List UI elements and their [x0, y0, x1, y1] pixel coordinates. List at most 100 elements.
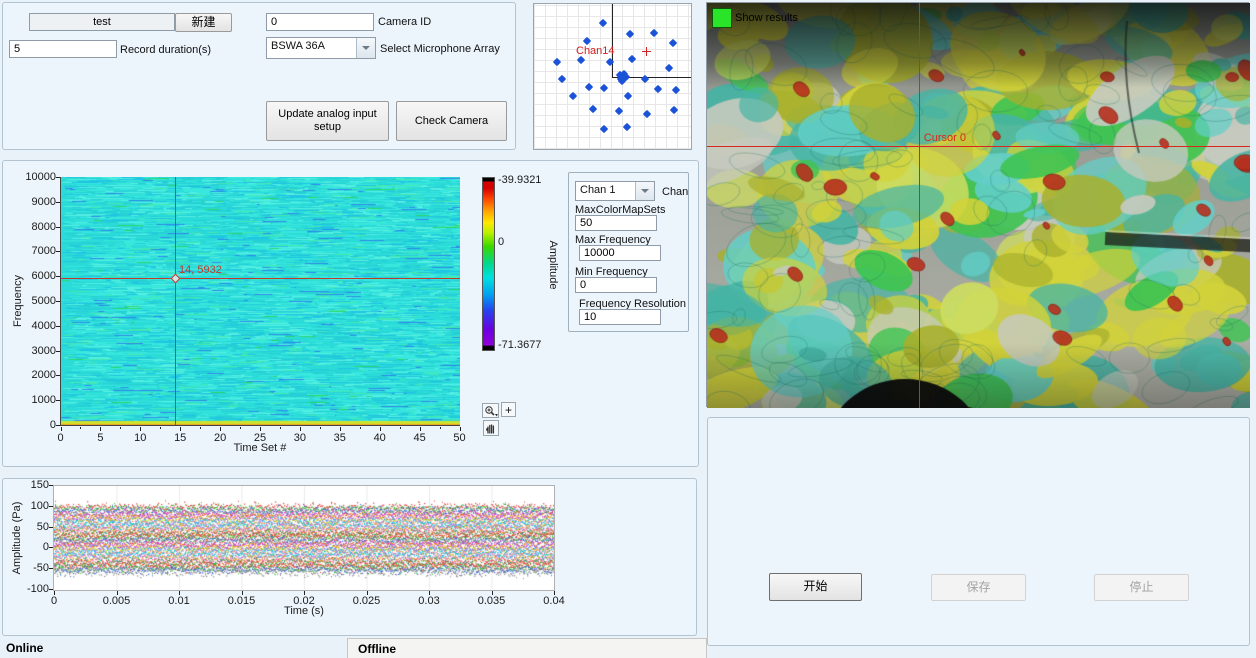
chevron-down-icon[interactable] — [635, 182, 654, 200]
colorbar-min-label: -71.3677 — [498, 339, 541, 351]
camera-view[interactable]: Show results Cursor 0 — [706, 2, 1249, 407]
axis-tick-mark — [340, 427, 341, 431]
mic-point — [558, 75, 566, 83]
record-duration-label: Record duration(s) — [120, 44, 211, 56]
axis-tick-label: 30 — [294, 432, 306, 444]
axis-tick-mark — [242, 591, 243, 595]
zoom-tool-icon[interactable] — [482, 403, 499, 418]
axis-minor-tick — [400, 427, 401, 429]
start-button[interactable]: 开始 — [769, 573, 862, 601]
mic-highlight-cross-icon[interactable] — [642, 47, 651, 56]
axis-tick-mark — [220, 427, 221, 431]
mic-highlight-label: Chan14 — [576, 45, 615, 57]
axis-tick-mark — [56, 400, 60, 401]
mic-point — [577, 56, 585, 64]
mic-array-value: BSWA 36A — [267, 38, 356, 58]
axis-tick-label: 6000 — [32, 270, 56, 282]
mic-point — [628, 54, 636, 62]
analysis-controls-box: Chan 1 Chan MaxColorMapSets Max Frequenc… — [568, 172, 689, 332]
axis-tick-label: 0.03 — [418, 595, 439, 607]
axis-tick-mark — [49, 568, 53, 569]
max-frequency-input[interactable] — [579, 245, 661, 261]
mic-point — [569, 92, 577, 100]
axis-minor-tick — [160, 427, 161, 429]
axis-tick-label: 50 — [37, 521, 49, 533]
axis-tick-mark — [429, 591, 430, 595]
spectrogram-cursor-hline[interactable] — [61, 278, 460, 279]
axis-tick-mark — [140, 427, 141, 431]
axis-tick-label: 0 — [51, 595, 57, 607]
axis-tick-mark — [554, 591, 555, 595]
axis-tick-mark — [460, 427, 461, 431]
mic-point — [553, 58, 561, 66]
axis-tick-mark — [49, 485, 53, 486]
mic-point — [589, 105, 597, 113]
save-button[interactable]: 保存 — [931, 574, 1026, 601]
record-duration-input[interactable] — [9, 40, 117, 58]
axis-tick-mark — [61, 427, 62, 431]
axis-tick-label: 50 — [453, 432, 465, 444]
stop-button[interactable]: 停止 — [1094, 574, 1189, 601]
chan-select-value: Chan 1 — [576, 182, 635, 200]
config-panel: 新建 Camera ID Record duration(s) BSWA 36A… — [2, 2, 516, 150]
min-frequency-input[interactable] — [575, 277, 657, 293]
chevron-down-icon[interactable] — [356, 38, 375, 58]
camera-id-label: Camera ID — [378, 16, 431, 28]
axis-tick-mark — [117, 591, 118, 595]
new-session-button[interactable]: 新建 — [175, 13, 232, 32]
spectrogram-ylabel: Frequency — [12, 246, 24, 356]
update-analog-input-button[interactable]: Update analog input setup — [266, 101, 389, 141]
axis-tick-label: 0.015 — [228, 595, 256, 607]
axis-tick-label: 1000 — [32, 394, 56, 406]
camera-cursor-hline[interactable] — [707, 146, 1250, 147]
axis-minor-tick — [120, 427, 121, 429]
axis-tick-mark — [56, 425, 60, 426]
axis-tick-mark — [56, 326, 60, 327]
mic-array-select[interactable]: BSWA 36A — [266, 37, 376, 59]
axis-tick-mark — [380, 427, 381, 431]
axis-tick-mark — [54, 591, 55, 595]
mic-point — [599, 19, 607, 27]
mic-plot-axis-vertical — [612, 4, 613, 77]
axis-tick-label: 10 — [134, 432, 146, 444]
check-camera-button[interactable]: Check Camera — [396, 101, 507, 141]
show-results-checkbox[interactable] — [712, 8, 732, 28]
colorbar-title: Amplitude — [547, 210, 559, 320]
mic-point — [670, 105, 678, 113]
maxcolormapsets-input[interactable] — [575, 215, 657, 231]
mic-array-plot[interactable]: Chan14 — [533, 3, 692, 150]
axis-tick-label: 5000 — [32, 295, 56, 307]
camera-cursor-vline[interactable] — [919, 3, 920, 408]
camera-image[interactable] — [707, 3, 1250, 408]
mic-point — [623, 123, 631, 131]
session-name-input[interactable] — [29, 13, 175, 31]
axis-tick-label: 8000 — [32, 221, 56, 233]
chan-select[interactable]: Chan 1 — [575, 181, 655, 201]
axis-tick-mark — [420, 427, 421, 431]
axis-tick-mark — [179, 591, 180, 595]
axis-tick-mark — [56, 202, 60, 203]
axis-tick-mark — [260, 427, 261, 431]
mic-point — [624, 92, 632, 100]
amplitude-colorbar[interactable] — [482, 177, 495, 351]
axis-tick-label: 0.005 — [103, 595, 131, 607]
spectrogram-canvas[interactable] — [61, 177, 460, 425]
mic-array-label: Select Microphone Array — [380, 43, 500, 55]
pan-hand-icon[interactable] — [483, 420, 499, 436]
axis-tick-mark — [367, 591, 368, 595]
axis-tick-label: 7000 — [32, 245, 56, 257]
show-results-label: Show results — [735, 12, 798, 24]
camera-id-input[interactable] — [266, 13, 374, 31]
axis-tick-mark — [49, 589, 53, 590]
mic-point — [626, 29, 634, 37]
waveform-canvas[interactable] — [54, 486, 554, 590]
axis-tick-label: 5 — [97, 432, 103, 444]
cursor-tool-icon[interactable]: + — [501, 402, 516, 417]
spectrogram-cursor-label: 14, 5932 — [179, 264, 222, 276]
spectrogram-cursor-vline[interactable] — [175, 177, 176, 425]
axis-tick-label: 150 — [31, 479, 49, 491]
frequency-resolution-input[interactable] — [579, 309, 661, 325]
axis-tick-label: 10000 — [25, 171, 56, 183]
axis-minor-tick — [80, 427, 81, 429]
axis-tick-mark — [300, 427, 301, 431]
